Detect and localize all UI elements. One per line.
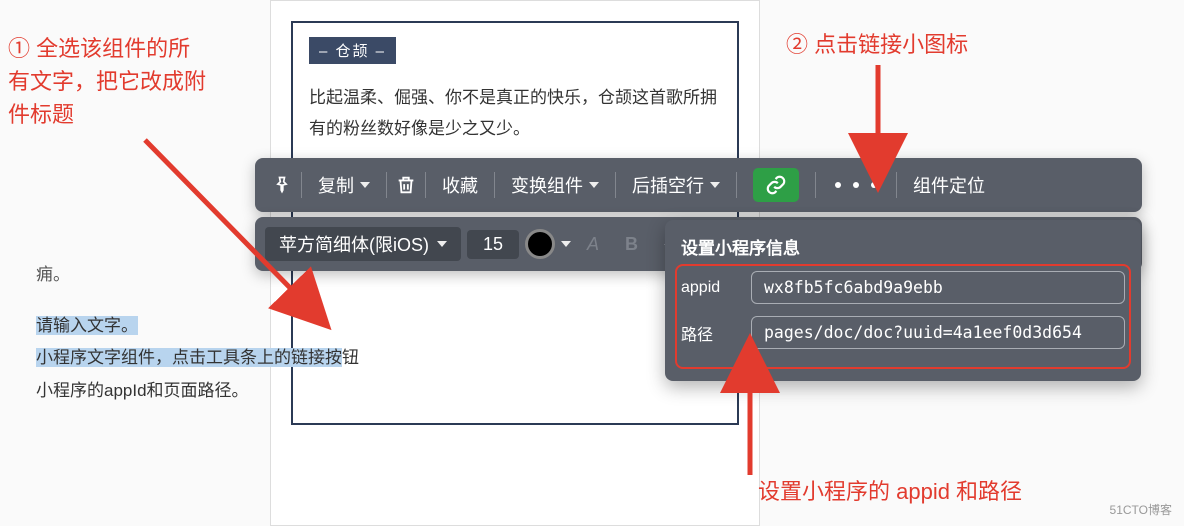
copy-label: 复制	[318, 172, 354, 198]
caret-down-icon	[360, 182, 370, 188]
font-size-value: 15	[483, 234, 503, 254]
font-color-picker[interactable]	[525, 229, 571, 259]
favorite-label: 收藏	[442, 172, 478, 198]
caret-down-icon	[437, 241, 447, 247]
favorite-button[interactable]: 收藏	[434, 168, 486, 202]
bold-button[interactable]: B	[615, 234, 648, 255]
annotation-step-2: ② 点击链接小图标	[786, 28, 968, 61]
path-label: 路径	[681, 321, 751, 345]
miniprogram-info-panel: 设置小程序信息 appid 路径	[665, 220, 1141, 381]
link-button[interactable]	[745, 164, 807, 206]
font-size-input[interactable]: 15	[467, 230, 519, 259]
insert-blank-button[interactable]: 后插空行	[624, 168, 728, 202]
trash-icon[interactable]	[395, 174, 417, 196]
text-style-button[interactable]: A	[577, 234, 609, 255]
caret-down-icon	[710, 182, 720, 188]
appid-input[interactable]	[751, 271, 1125, 304]
component-toolbar: 复制 收藏 变换组件 后插空行 组件定位	[255, 158, 1142, 212]
selected-line-1: 请输入文字。	[36, 316, 138, 335]
font-family-label: 苹方简细体(限iOS)	[279, 231, 429, 257]
selected-line-2b: 钮	[342, 348, 359, 367]
appid-label: appid	[681, 279, 751, 297]
link-icon	[765, 174, 787, 196]
color-swatch-icon	[525, 229, 555, 259]
toolbar-separator	[494, 172, 495, 198]
path-input[interactable]	[751, 316, 1125, 349]
annotation-step-1: ① 全选该组件的所有文字，把它改成附件标题	[8, 32, 208, 131]
toolbar-separator	[736, 172, 737, 198]
locate-label: 组件定位	[913, 172, 985, 198]
transform-label: 变换组件	[511, 172, 583, 198]
caret-down-icon	[589, 182, 599, 188]
selected-text-block[interactable]: 请输入文字。 小程序文字组件，点击工具条上的链接按钮 小程序的appId和页面路…	[36, 310, 478, 407]
toolbar-separator	[425, 172, 426, 198]
copy-button[interactable]: 复制	[310, 168, 378, 202]
panel-title: 设置小程序信息	[681, 234, 1125, 259]
toolbar-separator	[815, 172, 816, 198]
pin-icon[interactable]	[271, 174, 293, 196]
locate-button[interactable]: 组件定位	[905, 168, 993, 202]
caret-down-icon	[561, 241, 571, 247]
insert-blank-label: 后插空行	[632, 172, 704, 198]
toolbar-separator	[896, 172, 897, 198]
component-paragraph: 比起温柔、倔强、你不是真正的快乐，仓颉这首歌所拥有的粉丝数好像是少之又少。	[309, 82, 721, 145]
toolbar-separator	[301, 172, 302, 198]
selected-line-3: 小程序的appId和页面路径。	[36, 381, 249, 400]
stray-text: 痈。	[36, 260, 70, 285]
annotation-caption: 设置小程序的 appid 和路径	[758, 475, 1022, 508]
font-family-select[interactable]: 苹方简细体(限iOS)	[265, 227, 461, 261]
toolbar-separator	[386, 172, 387, 198]
more-button[interactable]	[824, 178, 888, 192]
watermark: 51CTO博客	[1110, 501, 1172, 518]
toolbar-separator	[615, 172, 616, 198]
selected-line-2a: 小程序文字组件，点击工具条上的链接按	[36, 348, 342, 367]
transform-button[interactable]: 变换组件	[503, 168, 607, 202]
component-heading: – 仓颉 –	[309, 37, 396, 64]
